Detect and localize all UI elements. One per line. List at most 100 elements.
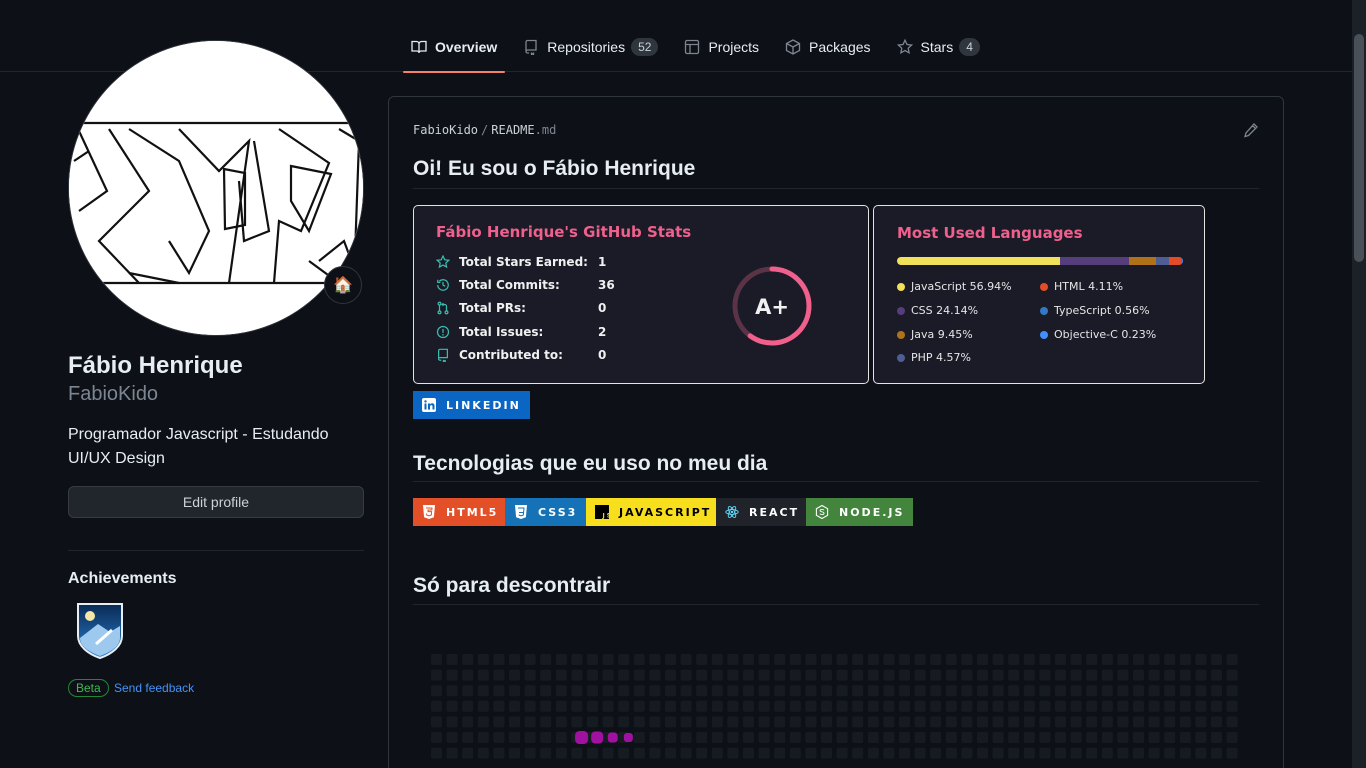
github-stats-card[interactable]: Fábio Henrique's GitHub Stats Total Star… [413, 205, 869, 384]
javascript-badge[interactable]: JS JAVASCRIPT [586, 498, 721, 526]
pencil-icon[interactable] [1243, 122, 1259, 138]
contribution-cell [1070, 732, 1082, 743]
contribution-cell [758, 716, 770, 728]
contribution-cell [930, 669, 942, 681]
tab-stars[interactable]: Stars 4 [889, 22, 988, 72]
legend-dot [1040, 330, 1048, 339]
contribution-cell [1023, 685, 1035, 697]
contribution-cell [805, 700, 817, 712]
tab-label: Packages [809, 39, 871, 55]
contribution-cell [1179, 716, 1191, 728]
contribution-cell [930, 747, 942, 759]
contribution-cell [883, 747, 895, 759]
contribution-cell [446, 654, 458, 665]
contribution-cell [727, 732, 739, 743]
contribution-cell [696, 669, 708, 681]
contribution-cell [540, 747, 552, 759]
scrollbar-thumb[interactable] [1354, 34, 1364, 262]
readme-owner-link[interactable]: FabioKido [413, 123, 478, 137]
css3-badge[interactable]: CSS3 [505, 498, 587, 526]
contribution-cell [1086, 700, 1098, 712]
contribution-cell [1211, 732, 1222, 743]
sidebar-divider [68, 550, 364, 551]
contribution-cell [477, 669, 489, 681]
contribution-cell [1179, 700, 1191, 712]
contribution-cell [727, 669, 739, 681]
contribution-cell [1226, 716, 1238, 728]
html5-badge[interactable]: HTML5 [413, 498, 508, 526]
contribution-cell [524, 716, 536, 728]
badge-label: CSS3 [538, 505, 578, 519]
lang-name: TypeScript [1054, 304, 1112, 317]
stat-row-commits: Total Commits: [436, 278, 560, 292]
breadcrumb-separator: / [481, 123, 489, 137]
contribution-cell [852, 685, 864, 697]
most-used-languages-card[interactable]: Most Used Languages JavaScript 56.94% CS… [873, 205, 1205, 384]
contribution-cell [665, 700, 676, 712]
edit-profile-button[interactable]: Edit profile [68, 486, 364, 518]
contribution-cell [977, 716, 988, 728]
contribution-cell [1195, 654, 1207, 665]
contribution-cell [836, 700, 848, 712]
heading-rule [413, 604, 1259, 605]
contribution-cell [1133, 716, 1144, 728]
contribution-cell [509, 732, 520, 743]
contribution-cell [1226, 747, 1238, 759]
contribution-cell [852, 732, 864, 743]
tab-packages[interactable]: Packages [777, 22, 878, 72]
react-badge[interactable]: REACT [716, 498, 809, 526]
contribution-cell [727, 654, 739, 665]
contribution-cell [649, 747, 661, 759]
contribution-cell [1039, 654, 1051, 665]
contribution-cell [774, 654, 786, 665]
contribution-cell [431, 716, 442, 728]
status-emoji-button[interactable]: 🏠 [324, 266, 362, 304]
svg-text:JS: JS [602, 513, 610, 520]
contribution-cell [821, 654, 832, 665]
contribution-cell [758, 654, 770, 665]
tab-projects[interactable]: Projects [676, 22, 767, 72]
contribution-cell [540, 716, 552, 728]
contribution-cell [477, 685, 489, 697]
contribution-cell [992, 716, 1004, 728]
contribution-cell [945, 654, 957, 665]
linkedin-badge-link[interactable]: LINKEDIN [413, 391, 530, 419]
contribution-cell [1211, 685, 1222, 697]
contribution-cell [977, 732, 988, 743]
contribution-cell [1164, 700, 1176, 712]
contribution-cell [1226, 700, 1238, 712]
contribution-cell [805, 669, 817, 681]
contribution-cell [477, 716, 489, 728]
contribution-cell [493, 669, 505, 681]
contribution-cell [1117, 654, 1129, 665]
send-feedback-link[interactable]: Send feedback [114, 681, 194, 695]
contribution-cell [914, 732, 926, 743]
legend-dot [897, 353, 905, 362]
legend-dot [897, 330, 905, 339]
contribution-cell [977, 669, 988, 681]
contribution-cell [914, 669, 926, 681]
contribution-cell [555, 747, 567, 759]
tab-repositories[interactable]: Repositories 52 [515, 22, 666, 72]
contribution-cell [1070, 685, 1082, 697]
contribution-cell [555, 654, 567, 665]
contribution-cell [1055, 654, 1066, 665]
achievements-title[interactable]: Achievements [68, 570, 177, 588]
page-scrollbar[interactable] [1352, 0, 1366, 768]
contribution-cell [852, 700, 864, 712]
lang-percent: 4.11% [1088, 280, 1124, 293]
contribution-cell [462, 716, 474, 728]
nodejs-badge[interactable]: NODE.JS [806, 498, 914, 526]
contribution-cell [1133, 700, 1144, 712]
tab-overview[interactable]: Overview [403, 22, 506, 73]
contribution-cell [1117, 669, 1129, 681]
stat-value-contributed: 0 [598, 348, 607, 362]
contribution-cell [1101, 654, 1113, 665]
contribution-cell [883, 685, 895, 697]
contribution-cell [945, 747, 957, 759]
achievement-badge-icon[interactable] [68, 598, 132, 662]
contribution-cell [1086, 685, 1098, 697]
badge-label: NODE.JS [839, 505, 905, 519]
contribution-cell [1008, 654, 1020, 665]
avatar[interactable] [68, 40, 364, 336]
